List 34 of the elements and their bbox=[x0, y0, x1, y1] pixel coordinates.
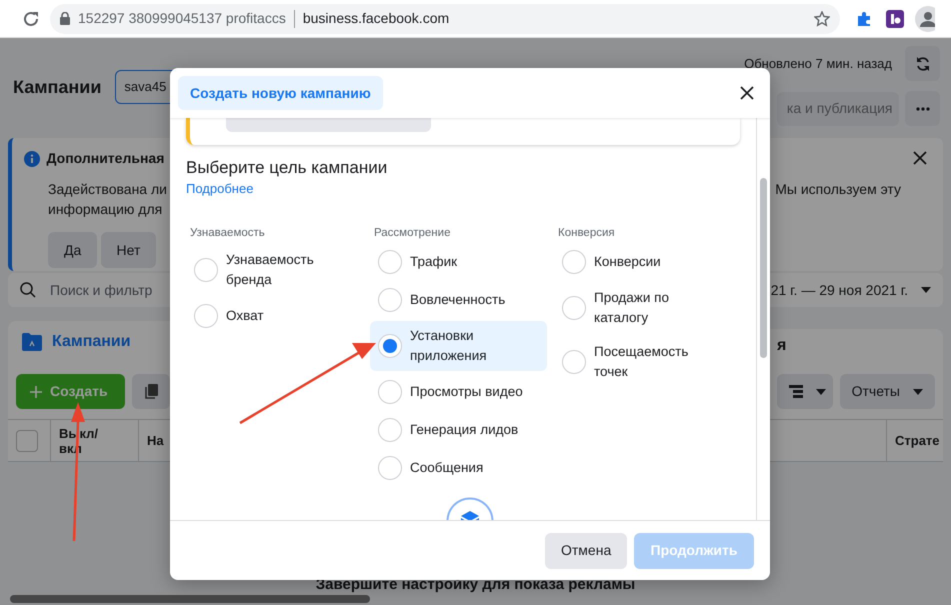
objective-option[interactable]: Просмотры видео bbox=[370, 374, 547, 408]
banner-title: Дополнительная bbox=[46, 149, 164, 168]
objective-option[interactable]: Сообщения bbox=[370, 450, 547, 484]
date-range-dropdown[interactable]: 21 г. — 29 ноя 2021 г. bbox=[770, 280, 931, 300]
banner-button[interactable]: Нет bbox=[100, 232, 156, 268]
cancel-button[interactable]: Отмена bbox=[545, 532, 627, 568]
modal-heading: Выберите цель кампании bbox=[186, 157, 388, 179]
address-bar[interactable]: 152297 380999045137 profitaccs business.facebook.com bbox=[50, 4, 840, 34]
objective-option[interactable]: Установки приложения bbox=[370, 320, 547, 370]
objective-option[interactable]: Генерация лидов bbox=[370, 412, 547, 446]
banner-text: Задействована ли bbox=[48, 180, 167, 199]
url-text: business.facebook.com bbox=[302, 9, 450, 28]
objective-option[interactable]: Узнаваемость бренда bbox=[186, 244, 363, 294]
objective-option[interactable]: Конверсии bbox=[554, 244, 731, 278]
banner-text: информацию для bbox=[48, 200, 162, 219]
objective-option[interactable]: Трафик bbox=[370, 244, 547, 278]
search-placeholder: Поиск и фильтр bbox=[50, 280, 152, 300]
banner-text: Мы используем эту bbox=[775, 180, 901, 199]
objective-option[interactable]: Посещаемость точек bbox=[554, 336, 731, 386]
page-title: Кампании bbox=[13, 76, 102, 98]
column-header[interactable]: Страте bbox=[887, 420, 943, 461]
reports-dropdown[interactable]: Отчеты bbox=[840, 374, 935, 409]
objective-option[interactable]: Вовлеченность bbox=[370, 282, 547, 316]
group-title: Узнаваемость bbox=[189, 226, 266, 240]
group-title: Конверсия bbox=[557, 226, 616, 240]
site-label: 152297 380999045137 profitaccs bbox=[78, 9, 286, 28]
objective-option[interactable]: Продажи по каталогу bbox=[554, 282, 731, 332]
updated-text: Обновлено 7 мин. назад bbox=[744, 54, 892, 73]
notice-title: Завершите настройку для показа рекламы bbox=[316, 576, 636, 593]
date-range-text: 21 г. — 29 ноя 2021 г. bbox=[770, 280, 908, 300]
banner-button[interactable]: Да bbox=[48, 232, 98, 268]
learn-more-link[interactable]: Подробнее bbox=[186, 181, 254, 196]
group-title: Рассмотрение bbox=[373, 226, 452, 240]
modal-tab[interactable]: Создать новую кампанию bbox=[178, 76, 383, 110]
